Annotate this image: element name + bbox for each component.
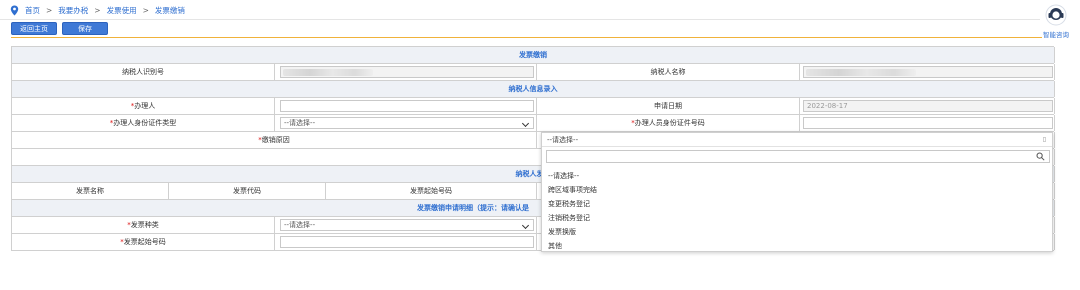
headset-icon	[1045, 4, 1067, 28]
id-type-cell: --请选择--	[275, 115, 537, 131]
smart-consult-label: 智能咨询	[1043, 31, 1069, 39]
back-home-button[interactable]: 返回主页	[11, 22, 57, 35]
id-type-select[interactable]: --请选择--	[280, 117, 534, 129]
taxpayer-id-label: 纳税人识别号	[12, 64, 275, 80]
reason-option[interactable]: --请选择--	[546, 169, 597, 183]
breadcrumb-invoice-use-link[interactable]: 发票使用	[107, 5, 137, 16]
id-type-row: * 办理人身份证件类型 --请选择-- * 办理人员身份证件号码	[12, 115, 1055, 132]
location-pin-icon	[10, 5, 19, 16]
search-icon	[1036, 152, 1045, 163]
col-invoice-code: 发票代码	[169, 183, 326, 199]
taxpayer-id-value	[275, 64, 537, 80]
invoice-kind-label: * 发票种类	[12, 217, 275, 233]
invoice-kind-select[interactable]: --请选择--	[280, 219, 534, 231]
redacted-value	[806, 69, 916, 76]
taxpayer-name-value	[800, 64, 1055, 80]
taxpayer-id-field	[280, 66, 534, 78]
invoice-start-input[interactable]	[280, 236, 534, 248]
form-title: 发票缴销	[12, 47, 1055, 63]
reason-dropdown[interactable]: --请选择-- ▯ --请选择-- 跨区域事项完结 变更税务登记 注销税务登记 …	[541, 132, 1053, 252]
section-info-row: 纳税人信息录入	[12, 81, 1055, 98]
handler-label: * 办理人	[12, 98, 275, 114]
breadcrumb-tax-link[interactable]: 我要办税	[58, 5, 88, 16]
taxpayer-row: 纳税人识别号 纳税人名称	[12, 64, 1055, 81]
handler-input[interactable]	[280, 100, 534, 112]
reason-option[interactable]: 注销税务登记	[546, 211, 597, 225]
col-invoice-start: 发票起始号码	[326, 183, 537, 199]
invoice-start-label: * 发票起始号码	[12, 234, 275, 250]
taxpayer-name-label: 纳税人名称	[537, 64, 800, 80]
dropdown-toggle-icon[interactable]: ▯	[1043, 136, 1046, 143]
toolbar-divider	[11, 37, 1042, 38]
id-number-cell	[800, 115, 1055, 131]
id-number-label: * 办理人员身份证件号码	[537, 115, 800, 131]
header-divider	[0, 19, 1040, 20]
handler-cell	[275, 98, 537, 114]
invoice-kind-cell: --请选择--	[275, 217, 537, 233]
breadcrumb-home-link[interactable]: 首页	[25, 5, 40, 16]
apply-date-label: 申请日期	[537, 98, 800, 114]
form-title-row: 发票缴销	[12, 47, 1055, 64]
breadcrumb-separator: >	[46, 5, 53, 15]
reason-label: * 缴销原因	[12, 132, 537, 148]
breadcrumb: 首页 > 我要办税 > 发票使用 > 发票缴销	[10, 3, 185, 17]
invoice-start-cell	[275, 234, 537, 250]
reason-option[interactable]: 跨区域事项完结	[546, 183, 597, 197]
reason-option[interactable]: 其他	[546, 239, 597, 253]
apply-date-cell: 2022-08-17	[800, 98, 1055, 114]
section-taxpayer-info: 纳税人信息录入	[12, 81, 1055, 97]
breadcrumb-current: 发票缴销	[154, 5, 185, 15]
id-number-input[interactable]	[803, 117, 1053, 129]
handler-row: * 办理人 申请日期 2022-08-17	[12, 98, 1055, 115]
apply-date-field: 2022-08-17	[803, 100, 1053, 112]
redacted-value	[283, 69, 373, 76]
id-type-label: * 办理人身份证件类型	[12, 115, 275, 131]
save-button[interactable]: 保存	[62, 22, 108, 35]
reason-dropdown-selected[interactable]: --请选择-- ▯	[542, 133, 1052, 147]
reason-search-input[interactable]	[546, 150, 1050, 163]
reason-option-list: --请选择-- 跨区域事项完结 变更税务登记 注销税务登记 发票换版 其他	[546, 169, 597, 253]
smart-consult-widget[interactable]: 智能咨询	[1038, 4, 1074, 39]
breadcrumb-separator: >	[94, 5, 101, 15]
col-invoice-name: 发票名称	[12, 183, 169, 199]
taxpayer-name-field	[803, 66, 1053, 78]
reason-option[interactable]: 发票换版	[546, 225, 597, 239]
breadcrumb-separator: >	[142, 5, 149, 15]
reason-option[interactable]: 变更税务登记	[546, 197, 597, 211]
